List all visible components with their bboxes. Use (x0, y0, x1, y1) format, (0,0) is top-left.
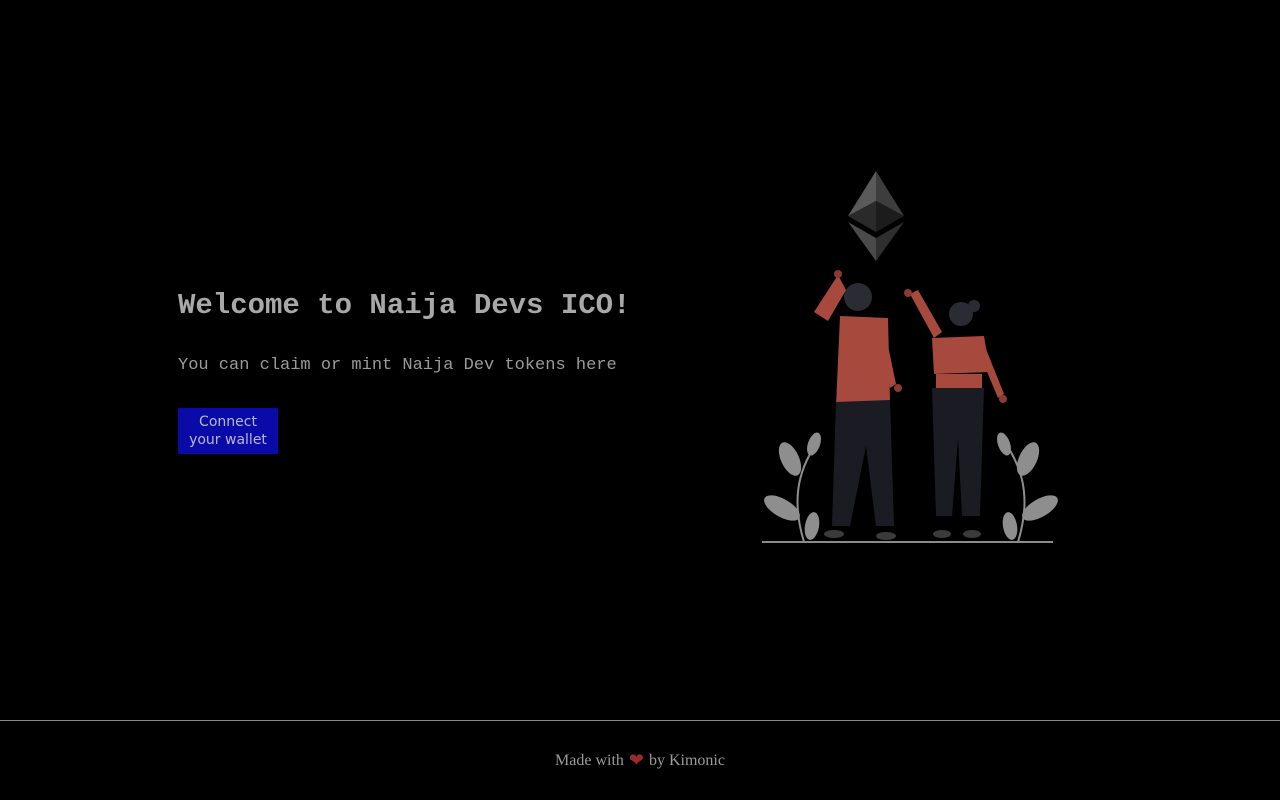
hero: Welcome to Naija Devs ICO! You can claim… (178, 286, 738, 454)
man-figure (814, 270, 902, 540)
right-plant (997, 432, 1058, 543)
page: Welcome to Naija Devs ICO! You can claim… (0, 0, 1280, 800)
woman-figure (904, 289, 1007, 538)
hero-illustration (762, 171, 1058, 543)
connect-wallet-button[interactable]: Connect your wallet (178, 408, 278, 454)
ethereum-logo-icon (848, 171, 904, 261)
left-plant (764, 432, 821, 543)
page-title: Welcome to Naija Devs ICO! (178, 289, 631, 322)
footer: Made with ❤ by Kimonic (0, 721, 1280, 800)
footer-suffix: by Kimonic (648, 751, 725, 769)
heart-icon: ❤ (628, 749, 644, 771)
hero-description: You can claim or mint Naija Dev tokens h… (178, 356, 617, 375)
footer-prefix: Made with (555, 751, 624, 769)
main-section: Welcome to Naija Devs ICO! You can claim… (0, 0, 1280, 720)
